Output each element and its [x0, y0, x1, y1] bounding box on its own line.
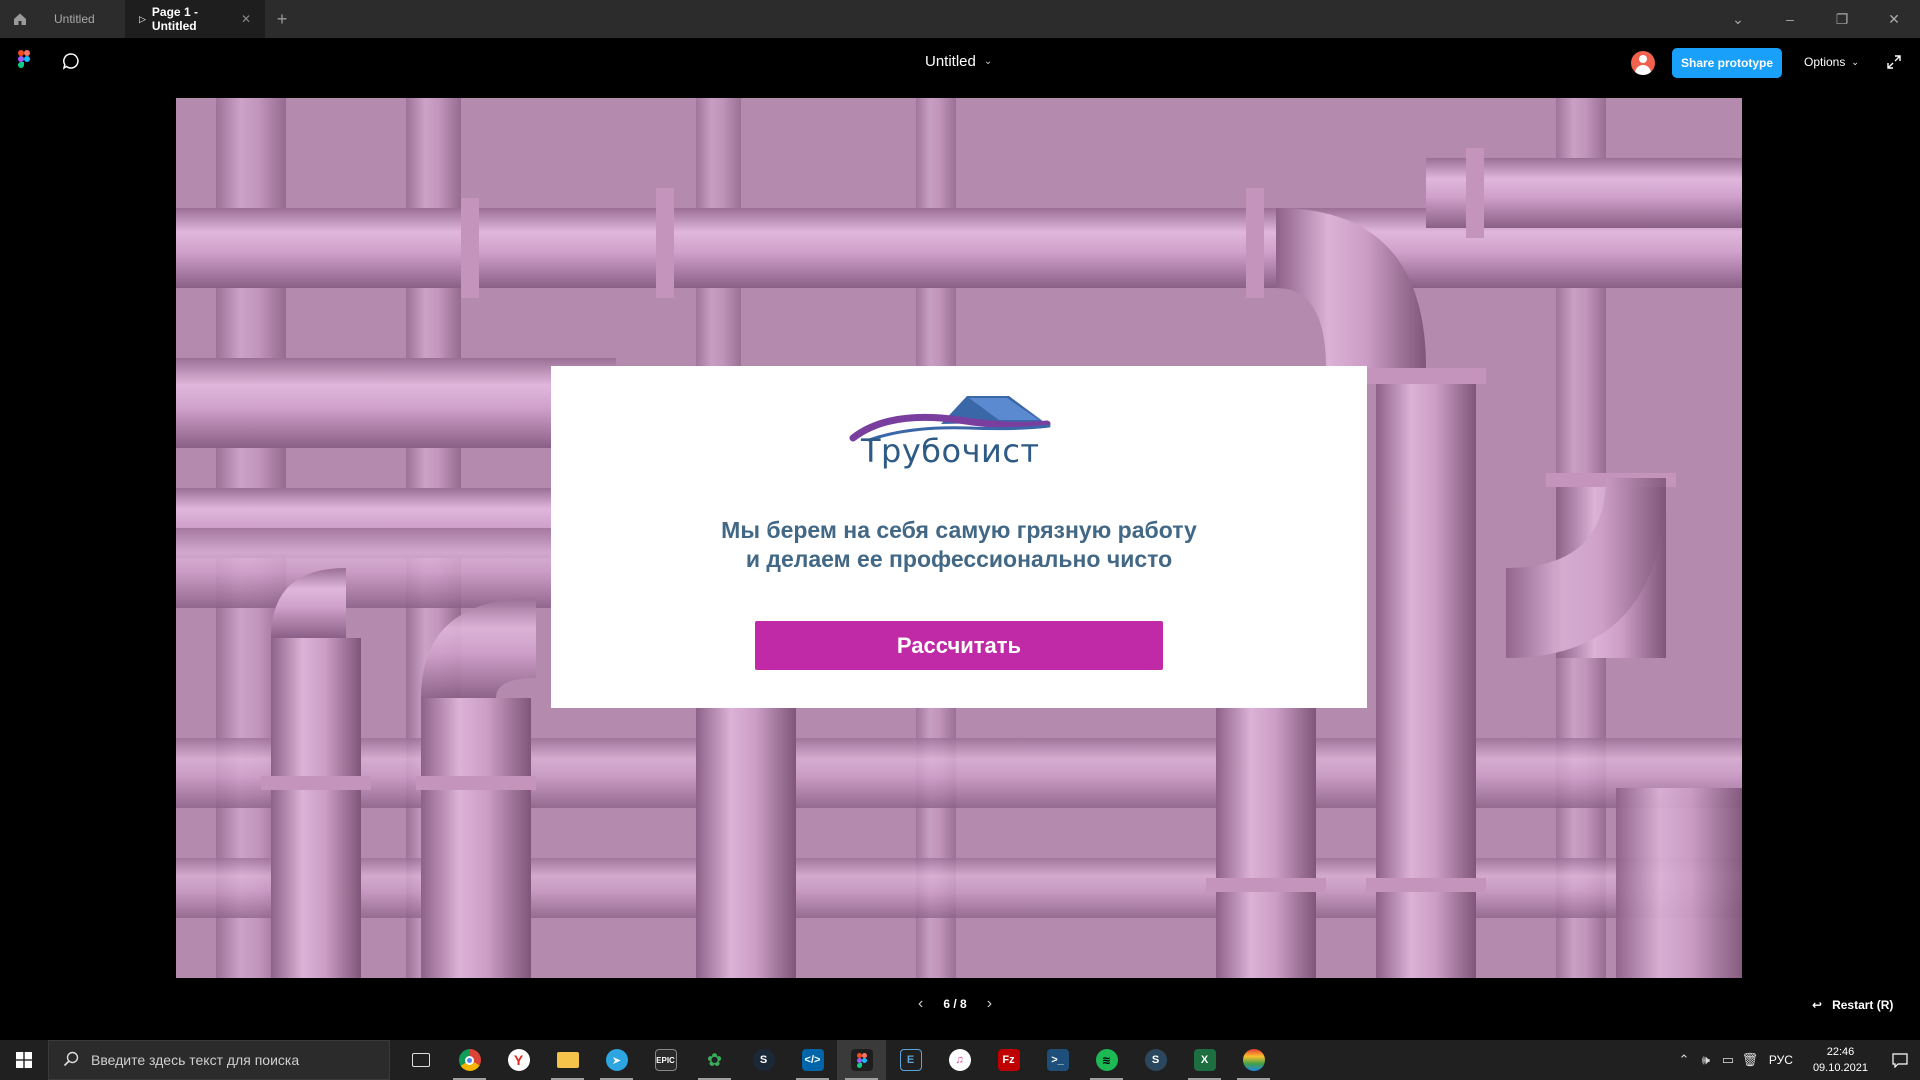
hero-card: Трубочист Мы берем на себя самую грязную…: [551, 366, 1367, 708]
chevron-down-icon: ⌄: [1851, 56, 1859, 67]
search-placeholder: Введите здесь текст для поиска: [91, 1052, 300, 1068]
home-icon[interactable]: [0, 0, 40, 38]
taskbar-search-input[interactable]: Введите здесь текст для поиска: [48, 1040, 390, 1080]
system-tray: ⌃ 🕪 ▭ 🗑 РУС 22:46 09.10.2021: [1673, 1040, 1920, 1080]
tab-label: Untitled: [54, 12, 95, 26]
figma-logo-icon[interactable]: [18, 50, 30, 73]
slide-counter: 6 / 8: [943, 997, 967, 1011]
chevron-up-icon[interactable]: ⌃: [1673, 1052, 1695, 1068]
vscode-icon[interactable]: </>: [788, 1040, 837, 1080]
fullscreen-icon[interactable]: [1886, 54, 1902, 75]
options-menu[interactable]: Options ⌄: [1804, 55, 1859, 69]
file-explorer-icon[interactable]: [543, 1040, 592, 1080]
chevron-down-icon: ⌄: [983, 56, 993, 67]
minimize-button[interactable]: –: [1764, 0, 1816, 38]
avatar[interactable]: [1631, 51, 1655, 75]
chrome-icon[interactable]: [445, 1040, 494, 1080]
taskbar-apps: Y ➤ EPIC ✿ S </> E ♫ Fz >_ ≋ S X: [396, 1040, 1278, 1080]
close-tab-icon[interactable]: ✕: [241, 12, 251, 26]
title-bar: Untitled ▷ Page 1 - Untitled ✕ + ⌄ – ❐ ✕: [0, 0, 1920, 38]
document-title-menu[interactable]: Untitled ⌄: [925, 53, 992, 70]
tab-page-1-untitled[interactable]: ▷ Page 1 - Untitled ✕: [125, 0, 265, 38]
share-prototype-button[interactable]: Share prototype: [1672, 48, 1782, 78]
clock-time: 22:46: [1826, 1046, 1855, 1058]
calculate-button[interactable]: Рассчитать: [755, 621, 1163, 670]
steam-icon[interactable]: S: [739, 1040, 788, 1080]
chia-icon[interactable]: ✿: [690, 1040, 739, 1080]
taskbar: Введите здесь текст для поиска Y ➤ EPIC …: [0, 1040, 1920, 1080]
prototype-toolbar: Untitled ⌄ Share prototype Options ⌄: [0, 38, 1920, 86]
previous-slide-icon[interactable]: ‹: [918, 995, 923, 1013]
close-window-button[interactable]: ✕: [1868, 0, 1920, 38]
figma-icon[interactable]: [837, 1040, 886, 1080]
chevron-down-icon[interactable]: ⌄: [1712, 0, 1764, 38]
restart-label: Restart (R): [1832, 998, 1894, 1012]
options-label: Options: [1804, 55, 1846, 69]
new-tab-button[interactable]: +: [265, 0, 299, 38]
clock-date: 09.10.2021: [1812, 1062, 1868, 1074]
logo-text: Трубочист: [861, 432, 1040, 470]
windows-start-icon[interactable]: [0, 1040, 48, 1080]
task-view-icon[interactable]: [396, 1040, 445, 1080]
network-icon[interactable]: ▭: [1717, 1052, 1739, 1068]
itunes-icon[interactable]: ♫: [935, 1040, 984, 1080]
telegram-icon[interactable]: ➤: [592, 1040, 641, 1080]
yandex-browser-icon[interactable]: Y: [494, 1040, 543, 1080]
comment-icon[interactable]: [62, 52, 80, 75]
tab-label: Page 1 - Untitled: [151, 5, 198, 33]
restart-button[interactable]: ↩ Restart (R): [1812, 998, 1893, 1012]
restart-icon: ↩: [1812, 998, 1823, 1012]
window-controls: ⌄ – ❐ ✕: [1712, 0, 1920, 38]
ball-app-icon[interactable]: [1229, 1040, 1278, 1080]
volume-icon[interactable]: 🕪: [1695, 1052, 1717, 1068]
excel-icon[interactable]: X: [1180, 1040, 1229, 1080]
document-title: Untitled: [925, 53, 976, 70]
filezilla-icon[interactable]: Fz: [984, 1040, 1033, 1080]
steam-icon[interactable]: S: [1131, 1040, 1180, 1080]
trash-icon[interactable]: 🗑: [1739, 1052, 1761, 1068]
terminal-icon[interactable]: >_: [1033, 1040, 1082, 1080]
play-icon: ▷: [139, 13, 146, 24]
next-slide-icon[interactable]: ›: [987, 995, 992, 1013]
tagline-line-2: и делаем ее профессионально чисто: [745, 546, 1173, 572]
search-icon: [63, 1051, 79, 1070]
tagline: Мы берем на себя самую грязную работу и …: [551, 516, 1367, 574]
slide-pager: ‹ 6 / 8 ›: [918, 995, 992, 1013]
tagline-line-1: Мы берем на себя самую грязную работу: [721, 517, 1197, 543]
epic-games-icon[interactable]: EPIC: [641, 1040, 690, 1080]
spotify-icon[interactable]: ≋: [1082, 1040, 1131, 1080]
tab-untitled[interactable]: Untitled: [40, 0, 125, 38]
language-indicator[interactable]: РУС: [1761, 1053, 1801, 1067]
prototype-frame: Трубочист Мы берем на себя самую грязную…: [176, 98, 1742, 978]
restore-button[interactable]: ❐: [1816, 0, 1868, 38]
clock[interactable]: 22:46 09.10.2021: [1801, 1044, 1880, 1076]
notifications-icon[interactable]: [1880, 1052, 1920, 1068]
company-logo: Трубочист: [849, 388, 1059, 483]
editor-icon[interactable]: E: [886, 1040, 935, 1080]
